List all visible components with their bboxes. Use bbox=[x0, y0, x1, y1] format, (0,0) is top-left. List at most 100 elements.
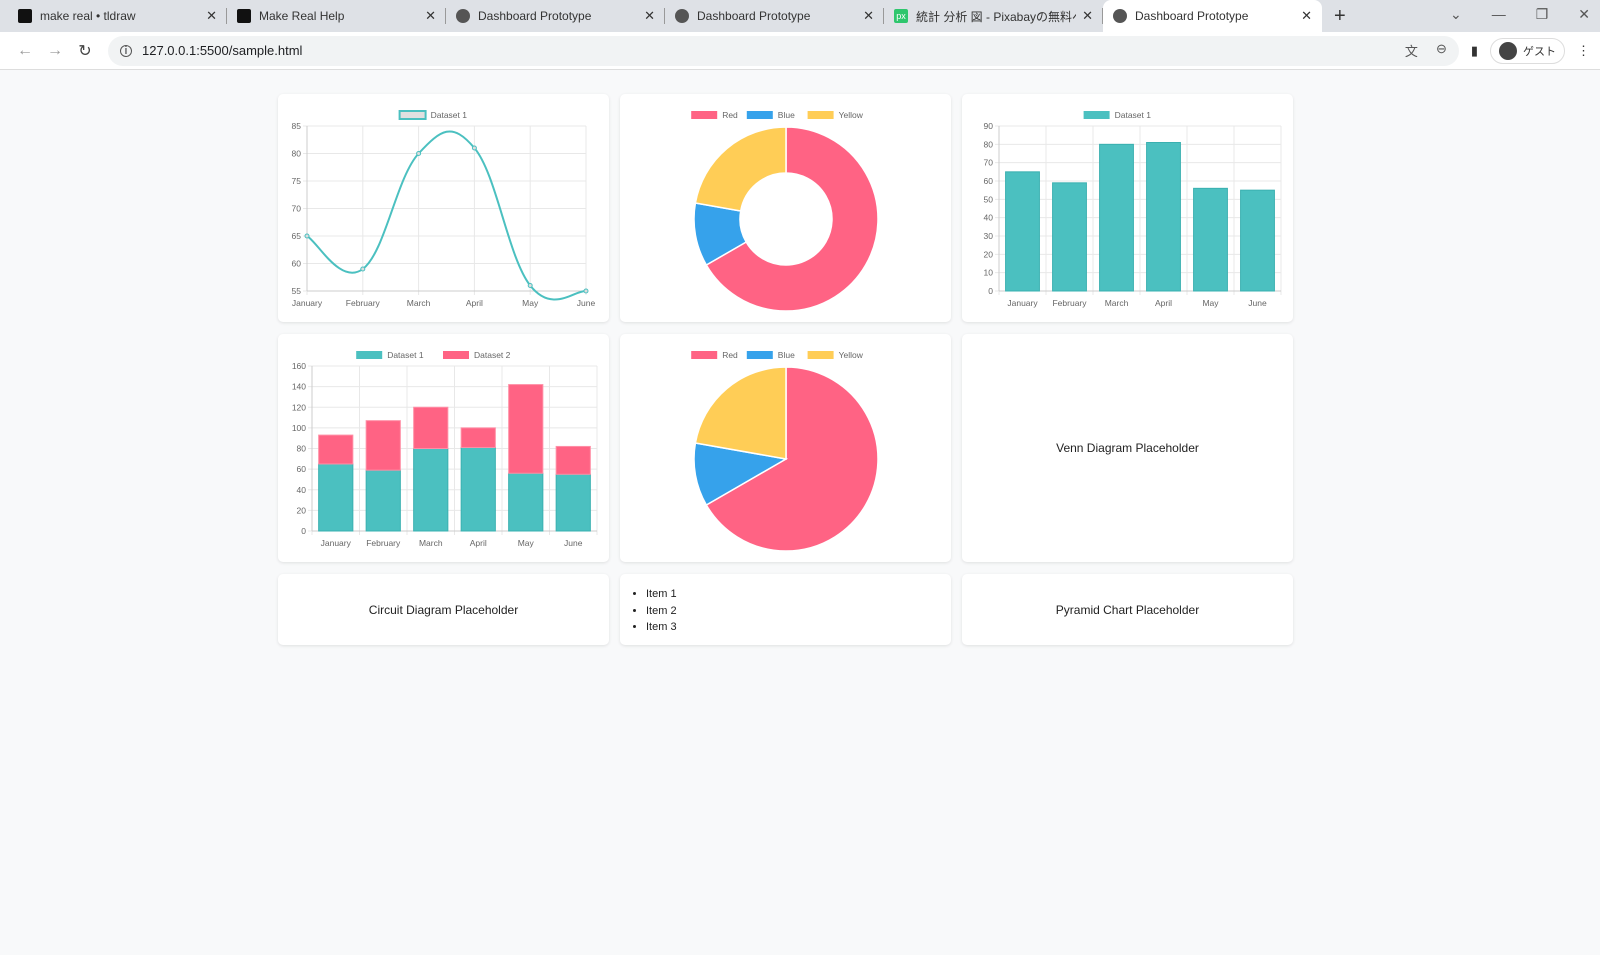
legend-swatch bbox=[443, 351, 469, 359]
forward-button[interactable]: → bbox=[40, 42, 70, 60]
bar-dataset-2 bbox=[508, 384, 544, 474]
close-tab-button[interactable]: ✕ bbox=[644, 8, 655, 24]
legend-label: Dataset 1 bbox=[387, 350, 424, 360]
legend-label: Blue bbox=[778, 350, 795, 360]
legend-swatch bbox=[691, 111, 718, 119]
legend-swatch bbox=[398, 110, 427, 120]
x-tick-label: March bbox=[407, 298, 431, 308]
bar-dataset-2 bbox=[413, 406, 449, 449]
y-tick-label: 70 bbox=[292, 204, 302, 214]
bar-dataset-1 bbox=[1099, 143, 1134, 292]
y-tick-label: 90 bbox=[984, 121, 994, 131]
y-tick-label: 80 bbox=[292, 149, 302, 159]
globe-icon bbox=[1113, 9, 1127, 23]
side-panel-icon[interactable]: ▮ bbox=[1471, 43, 1478, 59]
reload-button[interactable]: ↻ bbox=[70, 41, 100, 61]
data-point bbox=[527, 283, 533, 288]
doughnut-chart-card: Red Blue Yellow bbox=[620, 94, 951, 322]
x-tick-label: April bbox=[470, 538, 487, 548]
close-tab-button[interactable]: ✕ bbox=[1301, 8, 1312, 24]
line-chart: Dataset 1 55 60 65 70 75 80 85 January February Ma… bbox=[292, 110, 595, 308]
url-text[interactable]: 127.0.0.1:5500/sample.html bbox=[142, 43, 302, 58]
data-point bbox=[583, 288, 589, 294]
translate-icon[interactable]: 文 bbox=[1405, 41, 1418, 60]
address-bar[interactable]: i 127.0.0.1:5500/sample.html 文 ⊖ bbox=[108, 35, 1459, 66]
legend-label: Dataset 2 bbox=[474, 350, 511, 360]
x-tick-label: February bbox=[1052, 298, 1087, 308]
x-tick-label: February bbox=[366, 538, 401, 548]
profile-label: ゲスト bbox=[1523, 45, 1556, 58]
list-item: Item 3 bbox=[646, 619, 951, 636]
x-tick-label: January bbox=[1007, 298, 1038, 308]
bar-dataset-1 bbox=[508, 472, 544, 532]
x-tick-label: April bbox=[1155, 298, 1172, 308]
dashboard-grid: Dataset 1 55 60 65 70 75 80 85 January February Ma… bbox=[278, 94, 1293, 645]
tab-0[interactable]: make real • tldraw ✕ bbox=[8, 0, 227, 32]
slice-yellow bbox=[694, 126, 787, 212]
avatar bbox=[1499, 41, 1517, 60]
site-info-icon[interactable]: i bbox=[120, 44, 132, 57]
line-series-dataset-1 bbox=[306, 130, 587, 301]
tab-5[interactable]: Dashboard Prototype ✕ bbox=[1103, 0, 1322, 32]
close-tab-button[interactable]: ✕ bbox=[206, 8, 217, 24]
new-tab-button[interactable]: + bbox=[1334, 5, 1346, 28]
y-tick-label: 20 bbox=[297, 505, 307, 515]
bar-dataset-1 bbox=[1240, 189, 1275, 292]
restore-button[interactable]: ❐ bbox=[1536, 6, 1549, 23]
y-tick-label: 0 bbox=[988, 286, 993, 296]
stacked-bar-chart-card: Dataset 1 Dataset 2 0 20 40 60 80 100 120 140 160 J… bbox=[278, 334, 609, 562]
list-item: Item 2 bbox=[646, 603, 951, 620]
x-tick-label: January bbox=[292, 298, 323, 308]
y-tick-label: 85 bbox=[292, 121, 302, 131]
y-tick-label: 0 bbox=[301, 526, 306, 536]
y-tick-label: 30 bbox=[984, 231, 994, 241]
item-list-card: Item 1 Item 2 Item 3 bbox=[620, 574, 951, 645]
legend-label: Blue bbox=[778, 110, 795, 120]
pie-chart: Red Blue Yellow bbox=[691, 350, 879, 552]
close-tab-button[interactable]: ✕ bbox=[425, 8, 436, 24]
tab-title: Make Real Help bbox=[259, 9, 345, 23]
y-tick-label: 120 bbox=[292, 402, 306, 412]
tab-2[interactable]: Dashboard Prototype ✕ bbox=[446, 0, 665, 32]
tab-search-icon[interactable]: ⌄ bbox=[1450, 6, 1462, 23]
tab-1[interactable]: Make Real Help ✕ bbox=[227, 0, 446, 32]
y-tick-label: 55 bbox=[292, 286, 302, 296]
x-tick-label: June bbox=[1248, 298, 1267, 308]
y-tick-label: 75 bbox=[292, 176, 302, 186]
bar-dataset-1 bbox=[1193, 187, 1228, 292]
bar-dataset-1 bbox=[460, 446, 496, 532]
globe-icon bbox=[675, 9, 689, 23]
legend-swatch bbox=[691, 351, 718, 359]
y-tick-label: 80 bbox=[297, 444, 307, 454]
bar-dataset-1 bbox=[413, 448, 449, 532]
y-tick-label: 60 bbox=[984, 176, 994, 186]
minimize-button[interactable]: — bbox=[1492, 6, 1506, 23]
legend-label: Yellow bbox=[839, 110, 864, 120]
bar-dataset-1 bbox=[365, 469, 401, 532]
list-item: Item 1 bbox=[646, 586, 951, 603]
tab-title: make real • tldraw bbox=[40, 9, 136, 23]
data-point bbox=[416, 151, 422, 156]
bar-dataset-2 bbox=[365, 420, 401, 471]
zoom-icon[interactable]: ⊖ bbox=[1436, 41, 1447, 60]
bar-dataset-2 bbox=[555, 445, 591, 475]
x-tick-label: March bbox=[419, 538, 443, 548]
menu-icon[interactable]: ⋮ bbox=[1577, 43, 1590, 59]
bar-chart-card: Dataset 1 0 10 20 30 40 50 60 70 80 90 January Febru… bbox=[962, 94, 1293, 322]
close-tab-button[interactable]: ✕ bbox=[1082, 8, 1093, 24]
pyramid-placeholder: Pyramid Chart Placeholder bbox=[962, 574, 1293, 645]
bar-dataset-1 bbox=[1052, 182, 1087, 292]
profile-button[interactable]: ゲスト bbox=[1490, 37, 1565, 64]
back-button[interactable]: ← bbox=[10, 42, 40, 60]
y-tick-label: 140 bbox=[292, 382, 306, 392]
y-tick-label: 100 bbox=[292, 423, 306, 433]
tab-3[interactable]: Dashboard Prototype ✕ bbox=[665, 0, 884, 32]
close-tab-button[interactable]: ✕ bbox=[863, 8, 874, 24]
close-window-button[interactable]: ✕ bbox=[1578, 6, 1590, 23]
y-tick-label: 60 bbox=[292, 259, 302, 269]
tab-4[interactable]: px 統計 分析 図 - Pixabayの無料ベクター ✕ bbox=[884, 0, 1103, 32]
y-tick-label: 40 bbox=[297, 485, 307, 495]
legend-swatch bbox=[746, 351, 773, 359]
legend-label: Dataset 1 bbox=[431, 110, 468, 120]
y-tick-label: 50 bbox=[984, 194, 994, 204]
